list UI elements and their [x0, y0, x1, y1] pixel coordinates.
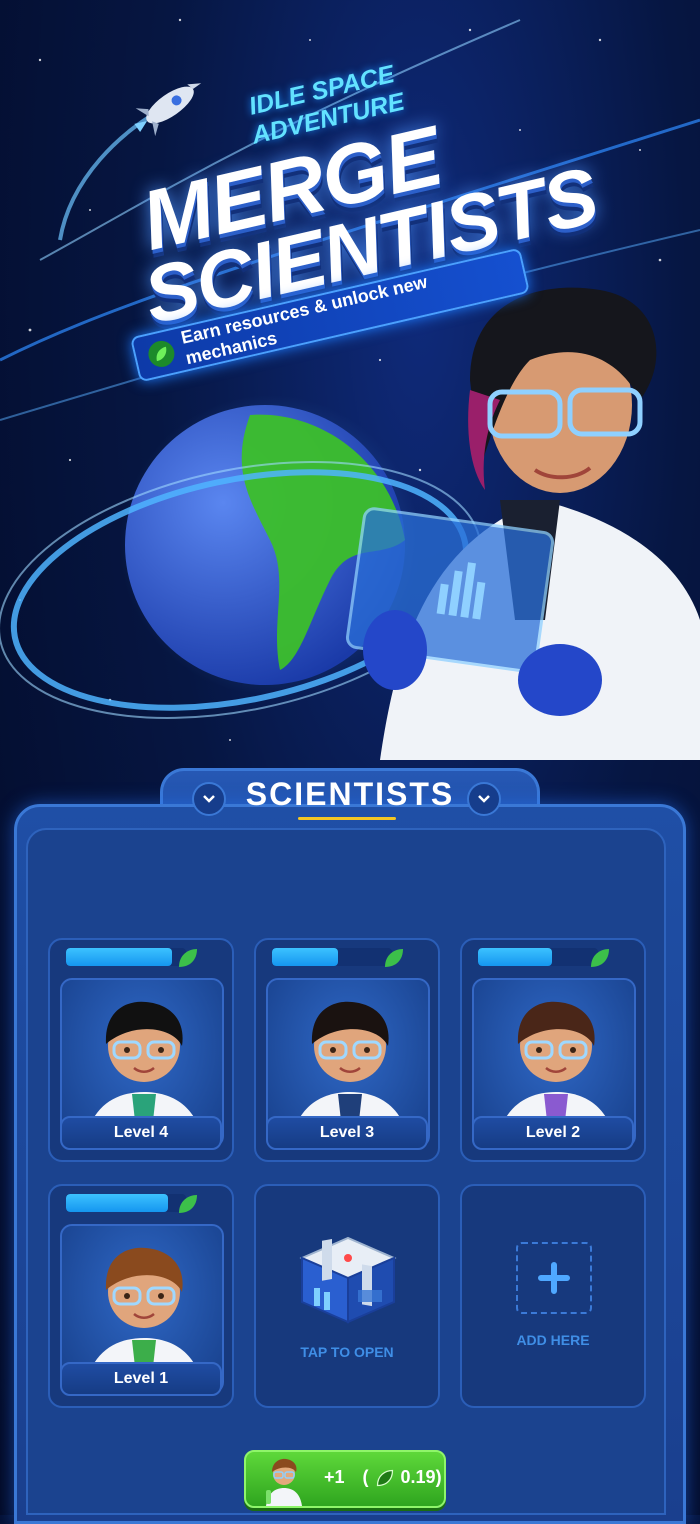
chest-icon [299, 1236, 397, 1324]
buy-label: +1 ( 0.19) [324, 1467, 442, 1488]
merge-progress-bar [478, 948, 598, 966]
title-underline [298, 817, 396, 820]
scientist-slot-level-3[interactable]: Level 3 [254, 938, 440, 1162]
leaf-icon [385, 949, 403, 967]
leaf-icon [145, 338, 177, 370]
merge-progress-bar [272, 948, 392, 966]
empty-slot[interactable]: ADD HERE [460, 1184, 646, 1408]
level-label: Level 3 [266, 1116, 428, 1150]
leaf-icon [376, 1469, 393, 1486]
merge-progress-bar [66, 1194, 186, 1212]
leaf-icon [591, 949, 609, 967]
leaf-icon [179, 949, 197, 967]
leaf-icon [179, 1195, 197, 1213]
plus-icon [538, 1262, 570, 1294]
level-label: Level 4 [60, 1116, 222, 1150]
scientist-avatar-icon [266, 1458, 302, 1506]
level-label: Level 1 [60, 1362, 222, 1396]
buy-scientist-button[interactable]: +1 ( 0.19) [244, 1450, 446, 1508]
level-label: Level 2 [472, 1116, 634, 1150]
merge-grid [26, 828, 666, 1515]
scientist-slot-level-1[interactable]: Level 1 [48, 1184, 234, 1408]
buy-cost: 0.19) [400, 1467, 442, 1487]
scientist-slot-level-4[interactable]: Level 4 [48, 938, 234, 1162]
buy-open-paren: ( [362, 1467, 369, 1487]
add-caption: ADD HERE [516, 1332, 590, 1348]
panel-title: SCIENTISTS [245, 776, 455, 812]
chest-caption: TAP TO OPEN [300, 1344, 394, 1360]
scientist-slot-level-2[interactable]: Level 2 [460, 938, 646, 1162]
hero-scientist [345, 287, 700, 760]
buy-amount: +1 [324, 1467, 345, 1487]
chest-slot[interactable]: TAP TO OPEN [254, 1184, 440, 1408]
merge-progress-bar [66, 948, 186, 966]
hero-banner: IDLE SPACE ADVENTURE MERGE SCIENTISTS Ea… [0, 0, 700, 780]
add-slot-box[interactable] [516, 1242, 592, 1314]
